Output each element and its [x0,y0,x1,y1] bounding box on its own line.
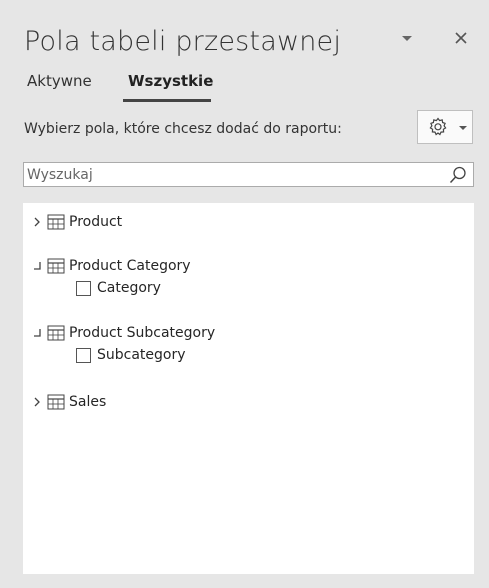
field-name: Category [97,280,161,296]
expanded-bracket-icon [34,262,41,270]
field-row-category[interactable]: Category [76,277,161,299]
pane-title: Pola tabeli przestawnej [24,26,342,57]
table-name: Product Subcategory [69,325,216,341]
table-icon [47,214,65,230]
table-row-sales[interactable]: Sales [23,391,106,413]
table-name: Product [69,214,123,230]
chevron-down-icon [459,126,467,130]
field-list: Product Product Category Category Produc… [23,203,474,574]
chevron-right-icon [34,217,40,227]
table-row-product-subcategory[interactable]: Product Subcategory [23,322,215,344]
field-list-settings-button[interactable] [417,110,473,144]
tab-all-fields[interactable]: Wszystkie [128,72,213,90]
field-row-subcategory[interactable]: Subcategory [76,344,186,366]
search-icon[interactable] [448,165,468,185]
search-input[interactable] [24,163,444,186]
collapse-product-category-toggle[interactable] [31,258,45,274]
choose-fields-prompt: Wybierz pola, które chcesz dodać do rapo… [24,121,342,137]
chevron-right-icon [34,397,40,407]
close-icon [455,32,467,44]
table-name: Product Category [69,258,191,274]
pane-options-dropdown[interactable] [398,32,416,46]
field-name: Subcategory [97,347,186,363]
collapse-product-subcategory-toggle[interactable] [31,325,45,341]
chevron-down-icon [402,36,412,41]
pivot-field-list-pane: Pola tabeli przestawnej Aktywne Wszystki… [0,0,489,588]
field-checkbox-subcategory[interactable] [76,347,91,363]
gear-icon [429,117,447,136]
expand-product-toggle[interactable] [31,214,45,230]
expanded-bracket-icon [34,329,41,337]
search-box [23,162,474,187]
table-icon [47,258,65,274]
tab-active-fields[interactable]: Aktywne [27,72,92,90]
table-icon [47,325,65,341]
close-pane-button[interactable] [451,28,471,48]
field-checkbox-category[interactable] [76,280,91,296]
table-row-product-category[interactable]: Product Category [23,255,191,277]
expand-sales-toggle[interactable] [31,394,45,410]
selected-tab-underline [123,99,211,102]
table-row-product[interactable]: Product [23,211,122,233]
table-icon [47,394,65,410]
table-name: Sales [69,394,107,410]
